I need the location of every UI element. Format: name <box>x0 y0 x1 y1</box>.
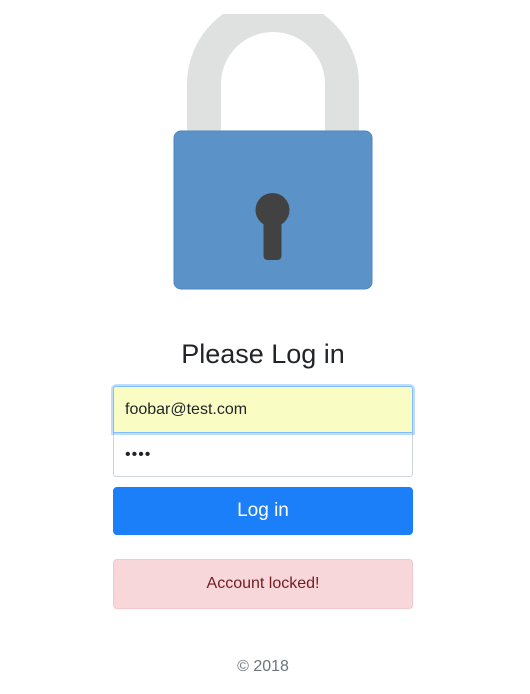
password-input[interactable] <box>113 433 413 477</box>
login-button[interactable]: Log in <box>113 487 413 535</box>
padlock-icon <box>173 14 373 290</box>
padlock-shackle <box>187 14 359 136</box>
alert-message: Account locked! <box>206 575 320 592</box>
email-input[interactable] <box>113 386 413 433</box>
keyhole-slot <box>263 210 282 260</box>
copyright-footer: © 2018 <box>237 658 289 675</box>
login-page: Please Log in Log in Account locked! © 2… <box>0 0 530 694</box>
page-title: Please Log in <box>181 339 345 369</box>
account-locked-alert: Account locked! <box>113 559 413 609</box>
login-form: Log in <box>113 386 413 535</box>
